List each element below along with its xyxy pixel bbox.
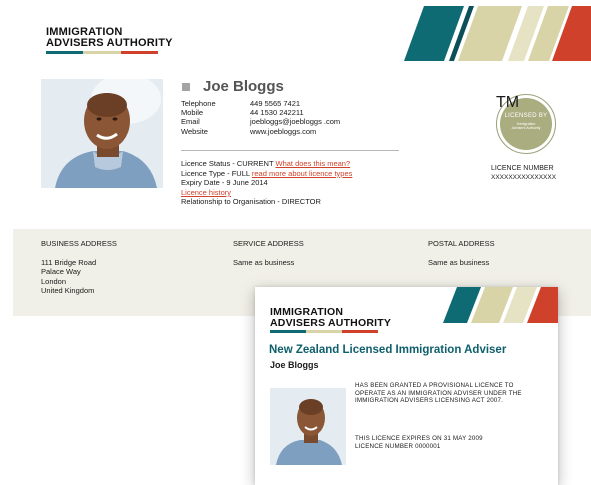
contact-website: Website www.joebloggs.com — [181, 127, 340, 136]
business-address-title: BUSINESS ADDRESS — [41, 239, 117, 248]
contact-details: Telephone 449 5565 7421 Mobile 44 1530 2… — [181, 99, 340, 136]
certificate-expiry: THIS LICENCE EXPIRES ON 31 MAY 2009 — [355, 435, 483, 442]
address-line: 111 Bridge Road — [41, 258, 97, 268]
iaa-logo: IMMIGRATION ADVISERS AUTHORITY — [46, 27, 173, 54]
header-banner-graphic — [404, 6, 591, 61]
contact-mobile: Mobile 44 1530 242211 — [181, 108, 340, 117]
licence-expiry: Expiry Date - 9 June 2014 — [181, 178, 268, 188]
licence-type: Licence Type - FULL — [181, 168, 250, 178]
website-link[interactable]: www.joebloggs.com — [250, 127, 316, 136]
logo-color-bar — [46, 51, 158, 54]
grant-line: HAS BEEN GRANTED A PROVISIONAL LICENCE T… — [355, 382, 514, 389]
what-does-this-mean-link[interactable]: What does this mean? — [276, 159, 351, 168]
certificate-holder-name: Joe Bloggs — [270, 360, 319, 370]
licence-number-block: LICENCE NUMBER XXXXXXXXXXXXXXX — [491, 164, 571, 182]
licence-number-title: LICENCE NUMBER — [491, 165, 554, 172]
contact-label: Email — [181, 117, 200, 127]
contact-label: Mobile — [181, 108, 204, 118]
licence-type-row: Licence Type - FULL read more about lice… — [181, 169, 352, 179]
logo-line-2: ADVISERS AUTHORITY — [46, 37, 173, 49]
licence-relationship: Relationship to Organisation - DIRECTOR — [181, 197, 321, 207]
postal-address: POSTAL ADDRESS Same as business — [428, 239, 495, 267]
contact-email: Email joebloggs@joebloggs .com — [181, 117, 340, 126]
adviser-photo — [41, 79, 163, 188]
logo-line-2: ADVISERS AUTHORITY — [270, 316, 392, 329]
licence-status-row: Licence Status - CURRENT What does this … — [181, 159, 352, 169]
certificate-banner-graphic — [443, 287, 558, 323]
contact-label: Website — [181, 126, 208, 136]
contact-telephone: Telephone 449 5565 7421 — [181, 99, 340, 108]
address-line: London — [41, 276, 67, 286]
address-line: Same as business — [428, 258, 490, 268]
certificate-photo — [270, 388, 346, 465]
postal-address-title: POSTAL ADDRESS — [428, 239, 495, 248]
grant-line: IMMIGRATION ADVISERS LICENSING ACT 2007. — [355, 397, 504, 405]
licence-history-link[interactable]: Licence history — [181, 188, 231, 197]
certificate-logo: IMMIGRATION ADVISERS AUTHORITY — [270, 307, 391, 333]
service-address: SERVICE ADDRESS Same as business — [233, 239, 304, 267]
business-address: BUSINESS ADDRESS 111 Bridge Road Palace … — [41, 239, 117, 295]
certificate-title: New Zealand Licensed Immigration Adviser — [269, 344, 507, 356]
bullet-square-icon — [182, 82, 190, 91]
logo-color-bar — [270, 330, 378, 333]
badge-title: LICENSED BY — [504, 113, 548, 119]
address-line: United Kingdom — [41, 285, 95, 295]
licence-info: Licence Status - CURRENT What does this … — [181, 159, 352, 207]
service-address-title: SERVICE ADDRESS — [233, 239, 304, 248]
contact-value: 44 1530 242211 — [250, 108, 304, 118]
certificate-expiry-block: THIS LICENCE EXPIRES ON 31 MAY 2009 LICE… — [355, 435, 545, 450]
licence-number-value: XXXXXXXXXXXXXXX — [491, 174, 557, 181]
address-line: Same as business — [233, 258, 295, 268]
section-divider — [181, 150, 399, 151]
adviser-name: Joe Bloggs — [203, 78, 284, 95]
certificate-number: LICENCE NUMBER 0000001 — [355, 442, 441, 450]
email-link[interactable]: joebloggs@joebloggs .com — [250, 117, 340, 126]
contact-value: 449 5565 7421 — [250, 99, 301, 108]
address-line: Palace Way — [41, 267, 81, 277]
badge-sub-2: Advisers Authority — [511, 126, 541, 131]
trademark-mark: TM — [496, 94, 520, 111]
certificate-grant-text: HAS BEEN GRANTED A PROVISIONAL LICENCE T… — [355, 382, 545, 405]
logo-line-1: IMMIGRATION — [270, 306, 344, 318]
licence-types-link[interactable]: read more about licence types — [252, 169, 352, 178]
adviser-name-row: Joe Bloggs — [182, 78, 284, 95]
contact-label: Telephone — [181, 99, 216, 108]
grant-line: OPERATE AS AN IMMIGRATION ADVISER UNDER … — [355, 389, 522, 397]
licence-certificate: IMMIGRATION ADVISERS AUTHORITY New Zeala… — [255, 287, 558, 485]
licence-status: Licence Status - CURRENT — [181, 159, 274, 168]
